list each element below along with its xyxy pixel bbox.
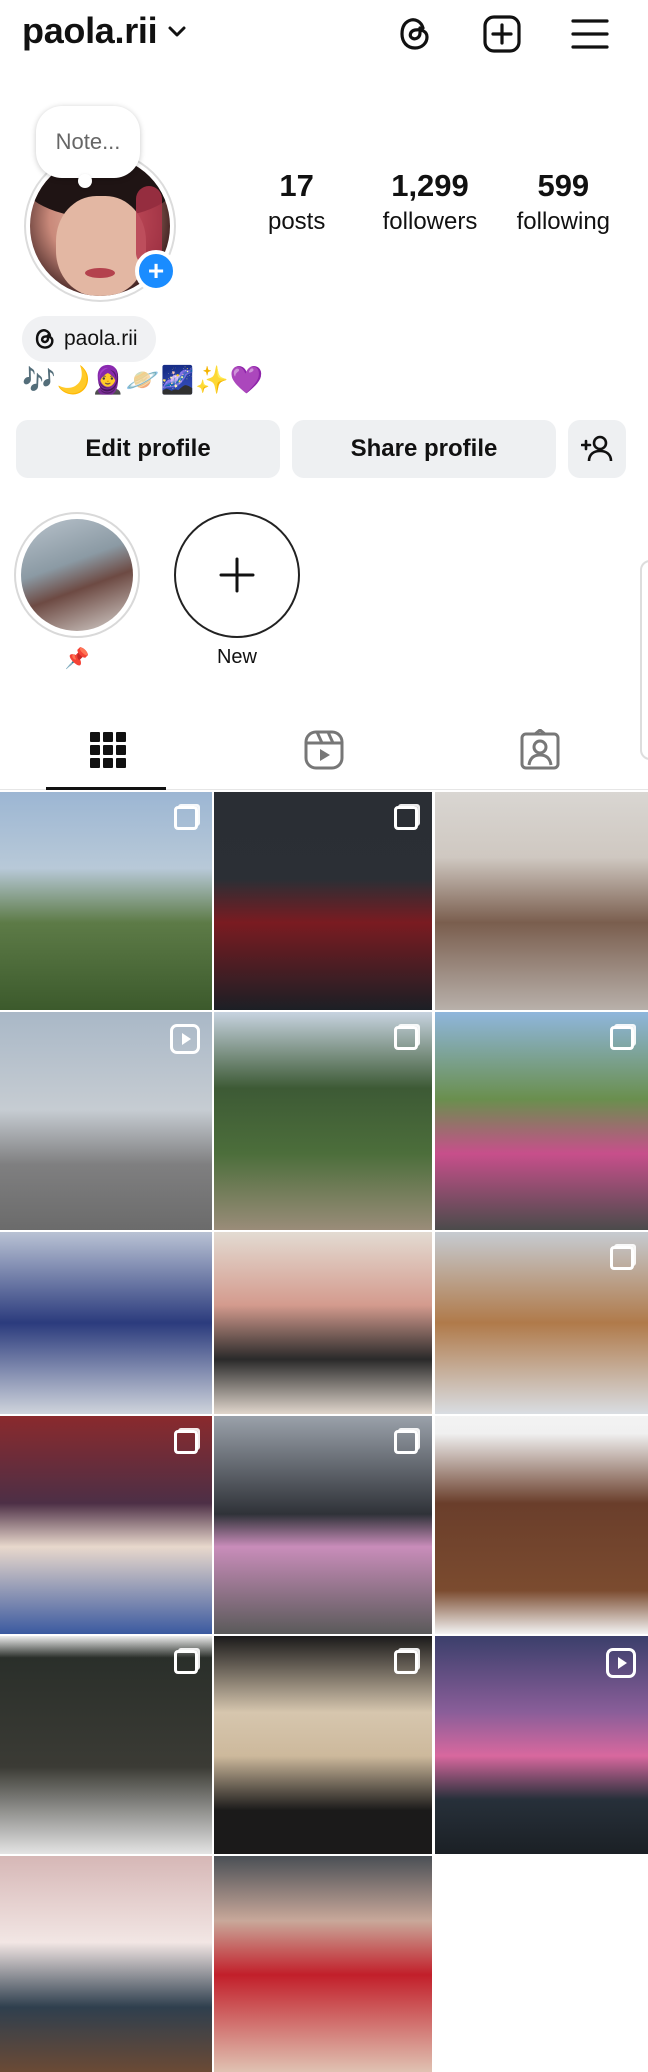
post-tile[interactable] <box>0 1856 212 2072</box>
discover-people-button[interactable] <box>568 420 626 478</box>
following-count: 599 <box>537 168 590 203</box>
post-tile[interactable] <box>435 792 648 1010</box>
bio-text: 🎶🌙🧕🪐🌌✨💜 <box>22 365 265 395</box>
threads-icon <box>35 329 54 349</box>
post-tile[interactable] <box>435 1416 648 1634</box>
carousel-icon <box>394 806 418 830</box>
posts-label: posts <box>267 208 326 235</box>
stat-following[interactable]: 599 following <box>497 168 630 236</box>
new-post-icon[interactable] <box>480 12 524 56</box>
threads-badge[interactable]: paola.rii <box>22 316 156 362</box>
new-highlight-label: New <box>216 646 257 668</box>
followers-count: 1,299 <box>391 168 469 203</box>
post-tile[interactable] <box>214 1416 432 1634</box>
reels-icon <box>304 730 344 769</box>
tab-grid[interactable] <box>0 710 216 790</box>
post-tile[interactable] <box>0 1232 212 1414</box>
carousel-icon <box>610 1246 634 1270</box>
stat-followers[interactable]: 1,299 followers <box>363 168 496 236</box>
threads-icon[interactable] <box>393 12 437 56</box>
highlight-label: 📌 <box>64 648 90 670</box>
carousel-icon <box>610 1026 634 1050</box>
plus-icon <box>219 557 255 593</box>
post-tile[interactable] <box>0 1636 212 1854</box>
threads-handle: paola.rii <box>64 327 138 350</box>
carousel-icon <box>394 1650 418 1674</box>
username: paola.rii <box>22 10 158 51</box>
post-tile[interactable] <box>0 792 212 1010</box>
chevron-down-icon <box>168 26 186 37</box>
highlight-item[interactable]: 📌 <box>14 512 140 671</box>
stat-posts[interactable]: 17 posts <box>230 168 363 236</box>
carousel-icon <box>174 1650 198 1674</box>
post-tile[interactable] <box>435 1012 648 1230</box>
carousel-icon <box>394 1026 418 1050</box>
share-profile-button[interactable]: Share profile <box>292 420 556 478</box>
carousel-icon <box>174 806 198 830</box>
carousel-icon <box>394 1430 418 1454</box>
note-placeholder: Note... <box>55 129 121 154</box>
following-label: following <box>516 208 611 235</box>
post-tile[interactable] <box>214 1636 432 1854</box>
carousel-icon <box>174 1430 198 1454</box>
edit-profile-button[interactable]: Edit profile <box>16 420 280 478</box>
post-tile[interactable] <box>435 1636 648 1854</box>
reel-icon <box>170 1024 200 1054</box>
tab-tagged[interactable] <box>432 710 648 789</box>
highlight-cover <box>21 519 133 631</box>
post-tile[interactable] <box>0 1012 212 1230</box>
reel-icon <box>606 1648 636 1678</box>
add-person-icon <box>581 435 613 462</box>
grid-icon <box>90 731 126 768</box>
post-tile[interactable] <box>214 1232 432 1414</box>
post-tile[interactable] <box>214 1856 432 2072</box>
tagged-icon <box>520 728 560 769</box>
note-bubble[interactable]: Note... <box>36 106 140 188</box>
posts-count: 17 <box>279 168 314 203</box>
post-tile[interactable] <box>214 792 432 1010</box>
profile-tabs <box>0 710 648 790</box>
tab-reels[interactable] <box>216 710 432 789</box>
post-tile[interactable] <box>214 1012 432 1230</box>
account-switcher[interactable]: paola.rii <box>22 10 187 52</box>
top-bar: paola.rii <box>0 0 648 68</box>
new-highlight-button[interactable]: New <box>174 512 300 669</box>
post-tile[interactable] <box>0 1416 212 1634</box>
menu-icon[interactable] <box>568 12 612 56</box>
add-story-icon[interactable]: + <box>135 250 177 292</box>
followers-label: followers <box>382 208 478 235</box>
profile-stats: 17 posts 1,299 followers 599 following <box>230 168 630 236</box>
post-tile[interactable] <box>435 1232 648 1414</box>
